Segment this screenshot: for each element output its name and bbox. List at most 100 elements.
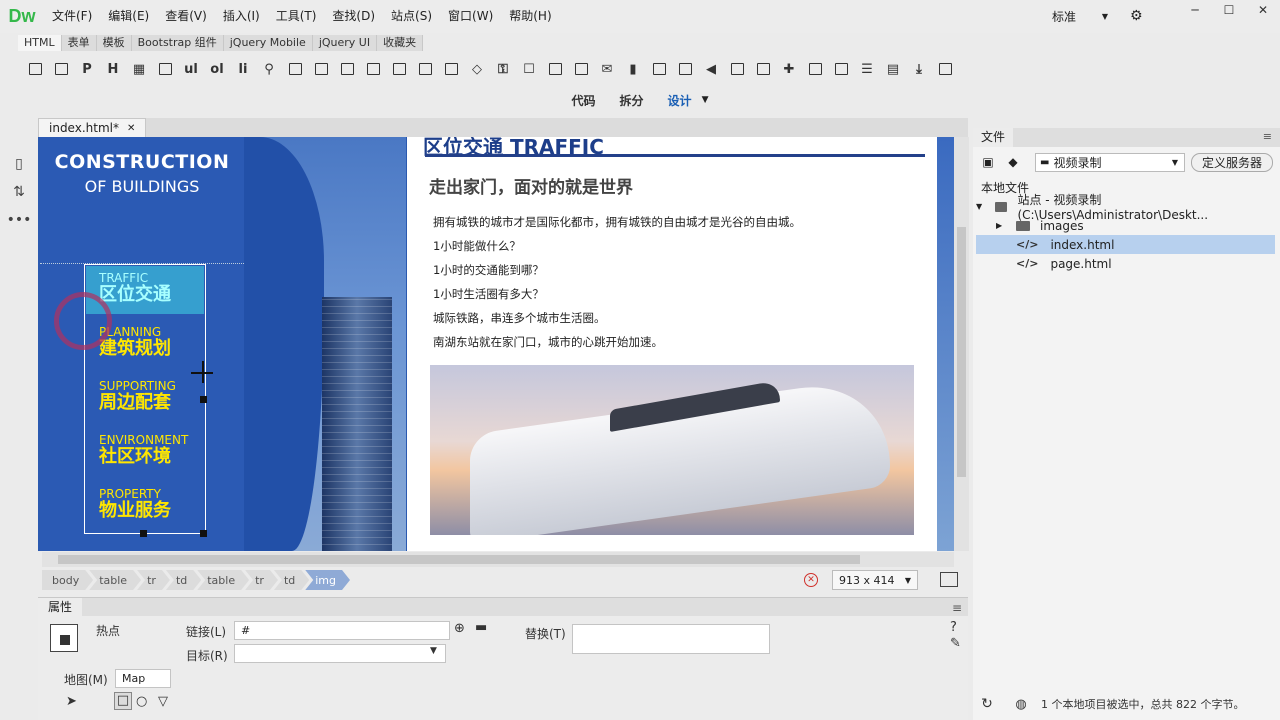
nav-item-traffic[interactable]: TRAFFIC 区位交通 [99,271,207,305]
rectangle-hotspot-icon[interactable]: □ [114,692,132,710]
view-design-button[interactable]: 设计 [668,92,692,109]
chevron-down-icon[interactable]: ▼ [702,95,709,105]
heading-icon[interactable]: H [102,58,124,80]
audio-icon[interactable]: ◀ [700,58,722,80]
tree-row-site[interactable]: ▼ 站点 - 视频录制 (C:\Users\Administrator\Desk… [976,193,1275,222]
menu-window[interactable]: 窗口(W) [440,0,501,33]
widget-icon[interactable] [752,58,774,80]
video-icon[interactable]: ▮ [622,58,644,80]
menu-tools[interactable]: 工具(T) [268,0,325,33]
tag-tr[interactable]: tr [137,570,170,590]
insert-tab-form[interactable]: 表单 [61,35,97,51]
refresh-icon[interactable]: ↻ [973,696,1001,712]
tag-td[interactable]: td [274,570,309,590]
tag-icon[interactable]: ◇ [466,58,488,80]
menu-edit[interactable]: 编辑(E) [100,0,157,33]
menu-view[interactable]: 查看(V) [157,0,215,33]
alt-field[interactable] [572,624,770,654]
paragraph-icon[interactable]: P [76,58,98,80]
nav-item-property[interactable]: PROPERTY 物业服务 [99,487,207,521]
circle-hotspot-icon[interactable]: ○ [136,694,147,709]
edit-icon[interactable]: ✎ [950,636,961,651]
menu-file[interactable]: 文件(F) [44,0,100,33]
files-tab[interactable]: 文件 [973,128,1014,147]
tag-body[interactable]: body [42,570,93,590]
nav-item-environment[interactable]: ENVIRONMENT 社区环境 [99,433,207,467]
panel-menu-icon[interactable]: ≡ [1263,130,1272,143]
animate-icon[interactable] [648,58,670,80]
panel-menu-icon[interactable]: ≡ [952,601,962,615]
document-tab[interactable]: index.html* ✕ [38,118,147,137]
scrollbar-thumb[interactable] [957,227,966,477]
sync-icon[interactable]: ◍ [1001,697,1041,712]
download-icon[interactable]: ⤓ [908,58,930,80]
comment-icon[interactable]: ☐ [518,58,540,80]
chevron-down-icon[interactable]: ▼ [976,202,995,211]
insert-tab-favorites[interactable]: 收藏夹 [377,35,424,51]
plugin-icon[interactable] [726,58,748,80]
design-view-canvas[interactable]: CONSTRUCTION OF BUILDINGS TRAFFIC 区位交通 P… [38,137,954,551]
flash-icon[interactable] [674,58,696,80]
tree-row-index[interactable]: </> index.html [976,235,1275,254]
menu-help[interactable]: 帮助(H) [501,0,559,33]
nav-icon[interactable] [310,58,332,80]
iframe-icon[interactable] [830,58,852,80]
table-icon[interactable]: ▦ [128,58,150,80]
article-icon[interactable] [388,58,410,80]
unordered-list-button[interactable]: ul [180,58,202,80]
insert-tab-jquery-ui[interactable]: jQuery UI [312,35,378,51]
ordered-list-button[interactable]: ol [206,58,228,80]
tree-row-page[interactable]: </> page.html [976,254,1275,273]
insert-tab-template[interactable]: 模板 [96,35,132,51]
chevron-right-icon[interactable]: ▶ [996,221,1016,230]
image-icon[interactable] [50,58,72,80]
define-server-button[interactable]: 定义服务器 [1191,153,1273,172]
polygon-hotspot-icon[interactable]: ▽ [158,694,168,709]
resize-handle[interactable] [200,396,207,403]
aside-icon[interactable] [362,58,384,80]
tag-tr[interactable]: tr [245,570,278,590]
chevron-down-icon[interactable]: ▼ [430,646,437,656]
puzzle-icon[interactable]: ✚ [778,58,800,80]
map-field[interactable]: Map [115,669,171,688]
rollover-icon[interactable] [804,58,826,80]
menu-site[interactable]: 站点(S) [383,0,440,33]
tag-img[interactable]: img [305,570,350,590]
resize-handle[interactable] [200,530,207,537]
tag-td[interactable]: td [166,570,201,590]
link-icon[interactable]: ⚲ [258,58,280,80]
preview-icon[interactable] [940,572,958,587]
canvas-vertical-scrollbar[interactable] [954,137,969,551]
email-icon[interactable]: ✉ [596,58,618,80]
tag-table[interactable]: table [197,570,249,590]
window-size-select[interactable]: 913 x 414 ▼ [832,570,918,590]
header-icon[interactable] [284,58,306,80]
key-icon[interactable]: ⚿ [492,58,514,80]
maximize-button[interactable]: ☐ [1212,0,1246,20]
menu-insert[interactable]: 插入(I) [215,0,268,33]
date-icon[interactable]: ▤ [882,58,904,80]
menu-find[interactable]: 查找(D) [324,0,383,33]
settings-icon[interactable]: ⚙ [1130,8,1143,24]
folder-icon[interactable]: ▬ [475,620,487,635]
nav-item-supporting[interactable]: SUPPORTING 周边配套 [99,379,207,413]
target-select[interactable] [234,644,446,663]
git-icon[interactable]: ◆ [1005,154,1021,170]
scrollbar-thumb[interactable] [58,555,860,564]
resize-handle[interactable] [140,530,147,537]
canvas-icon[interactable] [570,58,592,80]
insert-tab-bootstrap[interactable]: Bootstrap 组件 [131,35,224,51]
hr-icon[interactable]: ☰ [856,58,878,80]
more-icon[interactable]: ••• [4,206,34,234]
close-icon[interactable]: ✕ [127,123,135,134]
site-select[interactable]: ▬ 视频录制 ▼ [1035,153,1185,172]
tag-table[interactable]: table [89,570,141,590]
new-document-icon[interactable]: ▯ [4,150,34,178]
insert-tab-html[interactable]: HTML [18,35,62,51]
tree-row-images[interactable]: ▶ images [976,216,1275,235]
insert-tab-jquery-mobile[interactable]: jQuery Mobile [223,35,313,51]
sort-icon[interactable]: ⇅ [4,178,34,206]
view-code-button[interactable]: 代码 [572,92,596,109]
minimize-button[interactable]: ─ [1178,0,1212,20]
pointer-tool-icon[interactable]: ➤ [66,694,77,709]
